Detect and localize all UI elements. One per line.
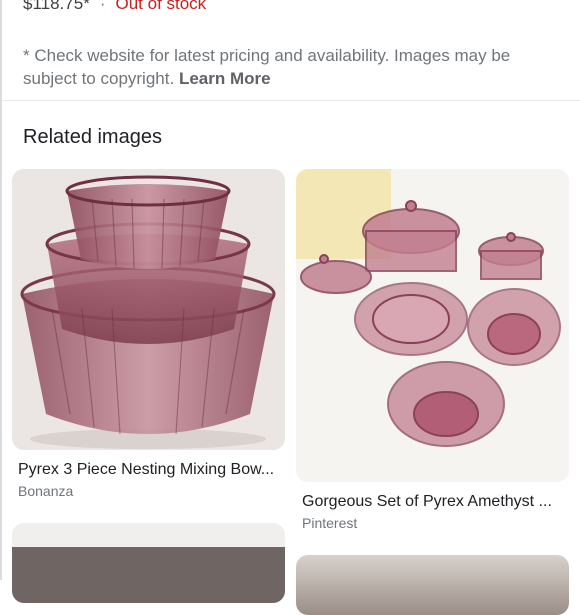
related-image-thumbnail[interactable]: [296, 555, 569, 615]
related-image-source: Pinterest: [302, 515, 358, 531]
separator-dot: ·: [99, 0, 106, 13]
related-image-thumbnail[interactable]: [12, 169, 285, 450]
related-image-thumbnail[interactable]: [12, 523, 285, 603]
related-image-title[interactable]: Gorgeous Set of Pyrex Amethyst ...: [296, 492, 564, 512]
left-border: [0, 0, 2, 580]
divider: [2, 100, 580, 101]
stock-status: Out of stock: [115, 0, 207, 13]
related-image-card[interactable]: Gorgeous Set of Pyrex Amethyst ... Pinte…: [296, 169, 569, 532]
related-image-thumbnail[interactable]: [296, 169, 569, 482]
cookware-set-image: [296, 169, 569, 482]
related-image-card[interactable]: [296, 555, 569, 615]
price-row: $118.75* · Out of stock: [23, 0, 206, 15]
related-image-card[interactable]: Pyrex 3 Piece Nesting Mixing Bow... Bona…: [12, 169, 285, 500]
nesting-bowls-image: [12, 169, 285, 450]
learn-more-link[interactable]: Learn More: [179, 69, 271, 88]
related-image-source: Bonanza: [18, 483, 74, 499]
related-images-heading: Related images: [23, 126, 162, 148]
price-text: $118.75*: [23, 0, 90, 13]
related-image-card[interactable]: [12, 523, 285, 603]
related-image-title[interactable]: Pyrex 3 Piece Nesting Mixing Bow...: [12, 460, 280, 480]
pricing-disclaimer: * Check website for latest pricing and a…: [23, 44, 553, 90]
